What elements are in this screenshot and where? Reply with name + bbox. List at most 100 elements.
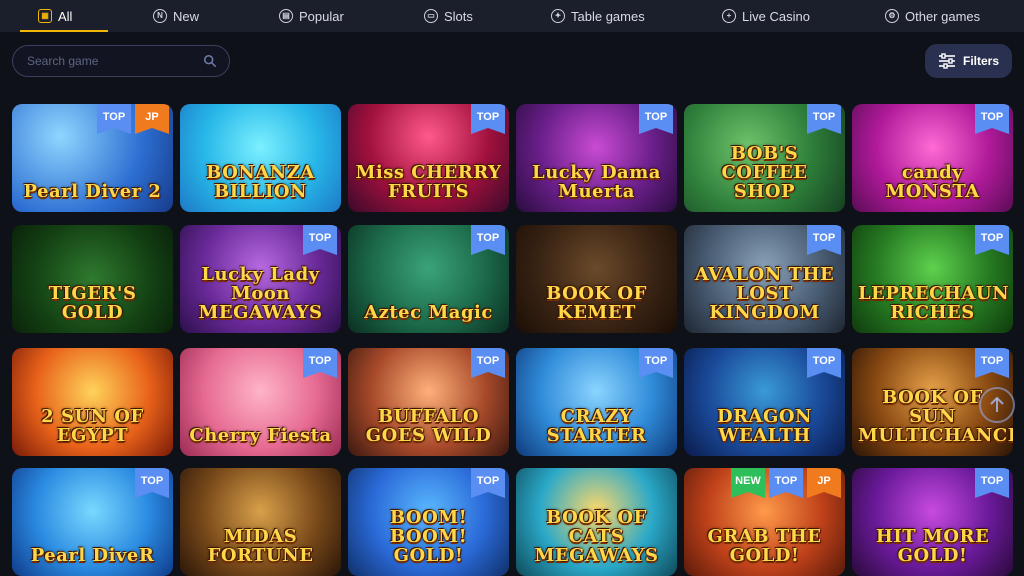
tab-other-games[interactable]: ⚙ Other games [885, 0, 980, 32]
tab-live-casino[interactable]: + Live Casino [722, 0, 810, 32]
game-card[interactable]: MIDAS FORTUNE [180, 468, 341, 576]
game-card[interactable]: Aztec Magic TOP [348, 225, 509, 333]
badge-top: TOP [975, 225, 1009, 255]
badge-new: NEW [731, 468, 765, 498]
badge-top: TOP [471, 225, 505, 255]
search-icon[interactable] [203, 54, 217, 68]
tab-label: Popular [299, 8, 344, 24]
badge-group: TOP [471, 225, 505, 255]
tab-all[interactable]: ▦ All [38, 0, 72, 32]
badge-top: TOP [975, 468, 1009, 498]
game-title: BOB'S COFFEE SHOP [721, 143, 808, 203]
game-title: Lucky Dama Muerta [532, 162, 661, 203]
badge-top: TOP [471, 348, 505, 378]
game-card[interactable]: Cherry Fiesta TOP [180, 348, 341, 456]
game-title: HIT MORE GOLD! [875, 526, 990, 567]
game-card[interactable]: Pearl Diver 2 TOP JP [12, 104, 173, 212]
arrow-up-icon [990, 396, 1004, 412]
game-title: LEPRECHAUN RICHES [858, 283, 1010, 324]
tab-label: All [58, 8, 73, 24]
game-card[interactable]: CRAZY STARTER TOP [516, 348, 677, 456]
badge-top: TOP [807, 104, 841, 134]
badge-top: TOP [807, 225, 841, 255]
game-card[interactable]: BOOK OF CATS MEGAWAYS [516, 468, 677, 576]
game-card[interactable]: TIGER'S GOLD [12, 225, 173, 333]
badge-group: TOP [807, 225, 841, 255]
badge-top: TOP [97, 104, 131, 134]
game-card[interactable]: BOOK OF KEMET [516, 225, 677, 333]
badge-group: TOP [303, 225, 337, 255]
game-title: DRAGON WEALTH [716, 406, 813, 447]
tab-label: Slots [444, 8, 473, 24]
search-input[interactable] [25, 53, 203, 69]
grid-icon: ▦ [38, 9, 52, 23]
badge-group: TOP [807, 104, 841, 134]
game-title: TIGER'S GOLD [48, 283, 137, 324]
game-title: AVALON THE LOST KINGDOM [694, 264, 835, 324]
game-title: Miss CHERRY FRUITS [355, 162, 502, 203]
tab-slots[interactable]: ▭ Slots [424, 0, 473, 32]
game-card[interactable]: DRAGON WEALTH TOP [684, 348, 845, 456]
badge-jp: JP [807, 468, 841, 498]
filters-label: Filters [962, 54, 999, 68]
badge-group: TOP [807, 348, 841, 378]
game-card[interactable]: BUFFALO GOES WILD TOP [348, 348, 509, 456]
badge-group: TOP [303, 348, 337, 378]
game-card[interactable]: 2 SUN OF EGYPT [12, 348, 173, 456]
game-title: BOOK OF KEMET [546, 283, 647, 324]
badge-group: TOP [135, 468, 169, 498]
badge-group: TOP [471, 348, 505, 378]
game-card[interactable]: BOB'S COFFEE SHOP TOP [684, 104, 845, 212]
search-box [12, 45, 230, 77]
tab-table-games[interactable]: ✦ Table games [551, 0, 645, 32]
tab-label: Table games [571, 8, 645, 24]
game-title: Aztec Magic [364, 302, 493, 324]
live-casino-icon: + [722, 9, 736, 23]
game-title: BONANZA BILLION [206, 162, 315, 203]
table-games-icon: ✦ [551, 9, 565, 23]
game-card[interactable]: Pearl DiveR TOP [12, 468, 173, 576]
game-card[interactable]: BOOM! BOOM! GOLD! TOP [348, 468, 509, 576]
badge-top: TOP [471, 104, 505, 134]
game-card[interactable]: Lucky Lady Moon MEGAWAYS TOP [180, 225, 341, 333]
badge-group: TOP [975, 468, 1009, 498]
badge-group: TOP JP [97, 104, 169, 134]
badge-group: TOP [471, 468, 505, 498]
game-title: BUFFALO GOES WILD [365, 406, 492, 447]
game-title: BOOK OF CATS MEGAWAYS [534, 507, 659, 567]
badge-top: TOP [303, 348, 337, 378]
game-card[interactable]: Lucky Dama Muerta TOP [516, 104, 677, 212]
badge-group: TOP [471, 104, 505, 134]
badge-top: TOP [639, 348, 673, 378]
game-card[interactable]: HIT MORE GOLD! TOP [852, 468, 1013, 576]
game-card[interactable]: BONANZA BILLION [180, 104, 341, 212]
badge-top: TOP [769, 468, 803, 498]
game-title: Cherry Fiesta [189, 425, 332, 447]
sliders-icon [938, 53, 955, 69]
scroll-to-top-button[interactable] [979, 387, 1015, 423]
badge-top: TOP [303, 225, 337, 255]
game-title: Pearl DiveR [30, 545, 155, 567]
game-title: CRAZY STARTER [546, 406, 647, 447]
tab-popular[interactable]: ▤ Popular [279, 0, 344, 32]
game-card[interactable]: GRAB THE GOLD! NEW TOP JP [684, 468, 845, 576]
tab-label: Live Casino [742, 8, 810, 24]
game-card[interactable]: Miss CHERRY FRUITS TOP [348, 104, 509, 212]
game-card[interactable]: AVALON THE LOST KINGDOM TOP [684, 225, 845, 333]
game-card[interactable]: LEPRECHAUN RICHES TOP [852, 225, 1013, 333]
popular-icon: ▤ [279, 9, 293, 23]
badge-group: TOP [975, 104, 1009, 134]
badge-top: TOP [471, 468, 505, 498]
badge-group: NEW TOP JP [731, 468, 841, 498]
badge-top: TOP [807, 348, 841, 378]
filters-button[interactable]: Filters [925, 44, 1012, 78]
game-title: MIDAS FORTUNE [207, 526, 314, 567]
game-card[interactable]: candy MONSTA TOP [852, 104, 1013, 212]
badge-jp: JP [135, 104, 169, 134]
badge-top: TOP [135, 468, 169, 498]
game-title: Pearl Diver 2 [23, 181, 162, 203]
tab-new[interactable]: N New [153, 0, 199, 32]
badge-group: TOP [975, 225, 1009, 255]
game-title: GRAB THE GOLD! [707, 526, 822, 567]
category-tabs: ▦ All N New ▤ Popular ▭ Slots ✦ Table ga… [0, 0, 1024, 32]
